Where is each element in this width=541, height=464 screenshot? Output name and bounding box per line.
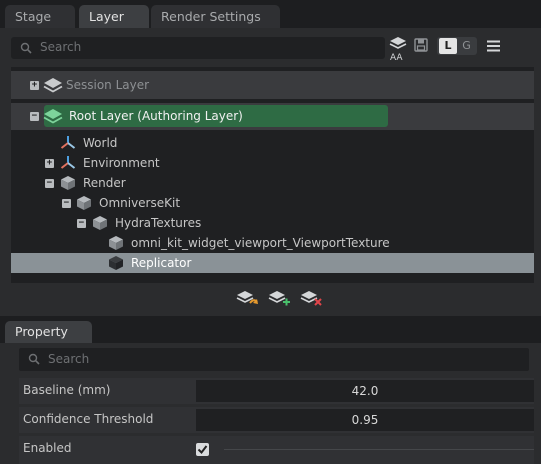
expand-icon[interactable]: + xyxy=(30,81,39,90)
layers-icon xyxy=(43,109,63,124)
layers-icon xyxy=(389,37,407,49)
layer-search-input[interactable]: Search xyxy=(11,37,385,59)
xform-icon xyxy=(60,156,76,169)
search-placeholder: Search xyxy=(40,40,82,54)
property-label: Confidence Threshold xyxy=(23,412,154,426)
property-row-confidence-threshold: Confidence Threshold 0.95 xyxy=(19,407,534,433)
root-layer-label: Root Layer (Authoring Layer) xyxy=(69,109,243,123)
hamburger-menu-icon xyxy=(487,40,500,52)
checkmark-icon xyxy=(197,445,208,455)
layer-tree[interactable]: + Session Layer − Root Layer (Authoring … xyxy=(11,67,534,283)
remove-sublayer-icon[interactable] xyxy=(300,290,322,306)
save-button[interactable] xyxy=(414,38,428,52)
layers-icon xyxy=(43,78,63,93)
search-icon xyxy=(20,42,32,54)
collapse-icon[interactable]: − xyxy=(77,219,86,228)
property-row-enabled: Enabled xyxy=(19,436,534,464)
tab-property[interactable]: Property xyxy=(5,321,92,343)
prim-row-render[interactable]: − Render xyxy=(11,173,534,193)
panel-tab-bar: Stage Layer Render Settings xyxy=(0,0,541,28)
property-label: Enabled xyxy=(23,441,72,455)
session-layer-label: Session Layer xyxy=(66,78,150,92)
prim-row-viewport-texture[interactable]: omni_kit_widget_viewport_ViewportTexture… xyxy=(11,233,534,253)
divider xyxy=(224,449,534,450)
prim-icon xyxy=(109,236,123,250)
expand-icon[interactable]: + xyxy=(45,159,54,168)
scope-icon xyxy=(61,176,75,190)
scope-icon xyxy=(93,216,107,230)
prim-row-replicator[interactable]: Replicator xyxy=(11,253,534,273)
property-search-input[interactable]: Search xyxy=(19,348,529,371)
search-icon xyxy=(28,353,40,365)
save-icon xyxy=(414,38,428,52)
property-row-baseline: Baseline (mm) 42.0 xyxy=(19,378,534,404)
prim-row-hydratextures[interactable]: − HydraTextures xyxy=(11,213,534,233)
layer-global-toggle[interactable]: L G xyxy=(437,37,477,55)
search-placeholder: Search xyxy=(48,352,90,366)
aa-label: AA xyxy=(390,53,403,63)
property-label: Baseline (mm) xyxy=(23,383,111,397)
tab-stage[interactable]: Stage xyxy=(5,5,75,28)
menu-button[interactable] xyxy=(487,40,500,52)
insert-sublayer-icon[interactable] xyxy=(236,290,258,306)
create-sublayer-icon[interactable] xyxy=(268,290,290,306)
baseline-field[interactable]: 42.0 xyxy=(196,380,534,402)
prim-icon xyxy=(109,256,123,270)
layer-footer-toolbar xyxy=(11,283,534,311)
auto-authoring-button[interactable]: AA xyxy=(389,36,407,66)
tab-render-settings[interactable]: Render Settings xyxy=(151,5,280,28)
property-tab-bar: Property xyxy=(0,316,541,343)
prim-row-omniversekit[interactable]: − OmniverseKit xyxy=(11,193,534,213)
scope-icon xyxy=(77,196,91,210)
collapse-icon[interactable]: − xyxy=(30,112,39,121)
confidence-threshold-field[interactable]: 0.95 xyxy=(196,409,534,431)
root-layer-row[interactable]: − Root Layer (Authoring Layer) xyxy=(11,103,534,130)
g-toggle[interactable]: G xyxy=(458,38,475,54)
prim-row-environment[interactable]: + Environment xyxy=(11,153,534,173)
session-layer-row[interactable]: + Session Layer xyxy=(11,71,534,99)
xform-icon xyxy=(60,136,76,149)
l-toggle[interactable]: L xyxy=(439,38,457,54)
enabled-checkbox[interactable] xyxy=(196,443,209,456)
tab-layer[interactable]: Layer xyxy=(79,5,149,28)
collapse-icon[interactable]: − xyxy=(62,199,71,208)
collapse-icon[interactable]: − xyxy=(45,179,54,188)
prim-row-world[interactable]: World xyxy=(11,133,534,153)
